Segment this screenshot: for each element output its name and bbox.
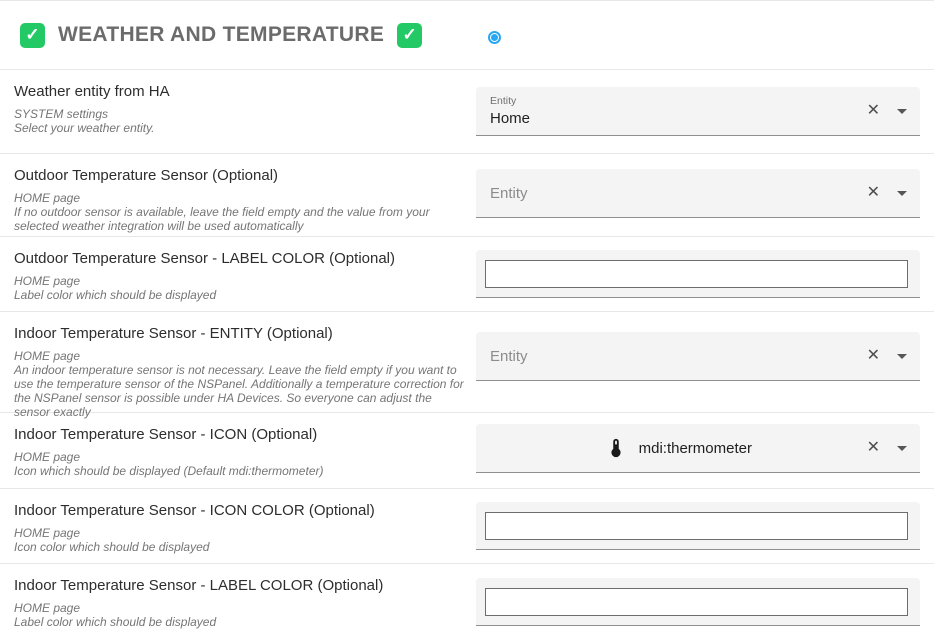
row-title: Indoor Temperature Sensor - ICON COLOR (…	[14, 502, 468, 519]
outdoor-label-color-field	[476, 250, 920, 298]
row-title: Indoor Temperature Sensor - ICON (Option…	[14, 426, 468, 443]
setting-row-outdoor-label-color: Outdoor Temperature Sensor - LABEL COLOR…	[0, 237, 934, 312]
select-value: Home	[490, 110, 867, 127]
row-title: Indoor Temperature Sensor - ENTITY (Opti…	[14, 325, 468, 342]
radio-dot	[491, 34, 498, 41]
row-subtitle: HOME page	[14, 274, 468, 288]
chevron-down-icon[interactable]	[897, 354, 907, 359]
setting-row-outdoor-sensor: Outdoor Temperature Sensor (Optional) HO…	[0, 154, 934, 237]
row-subtitle: SYSTEM settings	[14, 107, 468, 121]
row-description: Icon which should be displayed (Default …	[14, 464, 468, 478]
section-title: WEATHER AND TEMPERATURE	[58, 23, 384, 47]
row-title: Indoor Temperature Sensor - LABEL COLOR …	[14, 577, 468, 594]
select-placeholder: Entity	[490, 348, 867, 365]
indoor-sensor-entity-select[interactable]: Entity ✕	[476, 332, 920, 381]
clear-icon[interactable]: ✕	[867, 440, 880, 456]
row-subtitle: HOME page	[14, 349, 468, 363]
outdoor-sensor-entity-select[interactable]: Entity ✕	[476, 169, 920, 218]
setting-row-indoor-entity: Indoor Temperature Sensor - ENTITY (Opti…	[0, 312, 934, 413]
row-subtitle: HOME page	[14, 191, 468, 205]
check-icon: ✓	[403, 25, 417, 45]
check-icon: ✓	[25, 25, 39, 45]
select-label: Entity	[490, 95, 867, 107]
row-title: Outdoor Temperature Sensor - LABEL COLOR…	[14, 250, 468, 267]
indoor-label-color-field	[476, 578, 920, 626]
row-title: Outdoor Temperature Sensor (Optional)	[14, 167, 468, 184]
indoor-icon-select[interactable]: mdi:thermometer ✕	[476, 424, 920, 473]
thermometer-icon	[605, 437, 627, 459]
indoor-icon-color-field	[476, 502, 920, 550]
row-description: An indoor temperature sensor is not nece…	[14, 363, 468, 419]
indoor-label-color-input[interactable]	[485, 588, 908, 616]
chevron-down-icon[interactable]	[897, 109, 907, 114]
section-checkbox-leading[interactable]: ✓	[20, 23, 45, 48]
setting-row-indoor-icon-color: Indoor Temperature Sensor - ICON COLOR (…	[0, 489, 934, 564]
row-description: Label color which should be displayed	[14, 288, 468, 302]
chevron-down-icon[interactable]	[897, 191, 907, 196]
section-header: ✓ WEATHER AND TEMPERATURE ✓	[0, 1, 934, 70]
chevron-down-icon[interactable]	[897, 446, 907, 451]
select-value: mdi:thermometer	[639, 440, 752, 457]
select-placeholder: Entity	[490, 185, 867, 202]
row-description: Label color which should be displayed	[14, 615, 468, 629]
row-description: Select your weather entity.	[14, 121, 468, 135]
setting-row-indoor-icon: Indoor Temperature Sensor - ICON (Option…	[0, 413, 934, 489]
setting-row-indoor-label-color: Indoor Temperature Sensor - LABEL COLOR …	[0, 564, 934, 640]
clear-icon[interactable]: ✕	[867, 348, 880, 364]
section-radio-selected-icon[interactable]	[488, 31, 501, 44]
row-description: Icon color which should be displayed	[14, 540, 468, 554]
clear-icon[interactable]: ✕	[867, 103, 880, 119]
section-checkbox-trailing[interactable]: ✓	[397, 23, 422, 48]
weather-entity-select[interactable]: Entity Home ✕	[476, 87, 920, 136]
settings-page: ✓ WEATHER AND TEMPERATURE ✓ Weather enti…	[0, 0, 934, 640]
row-subtitle: HOME page	[14, 526, 468, 540]
row-subtitle: HOME page	[14, 450, 468, 464]
setting-row-weather-entity: Weather entity from HA SYSTEM settings S…	[0, 70, 934, 154]
indoor-icon-color-input[interactable]	[485, 512, 908, 540]
row-title: Weather entity from HA	[14, 83, 468, 100]
row-description: If no outdoor sensor is available, leave…	[14, 205, 468, 233]
row-subtitle: HOME page	[14, 601, 468, 615]
outdoor-label-color-input[interactable]	[485, 260, 908, 288]
clear-icon[interactable]: ✕	[867, 185, 880, 201]
